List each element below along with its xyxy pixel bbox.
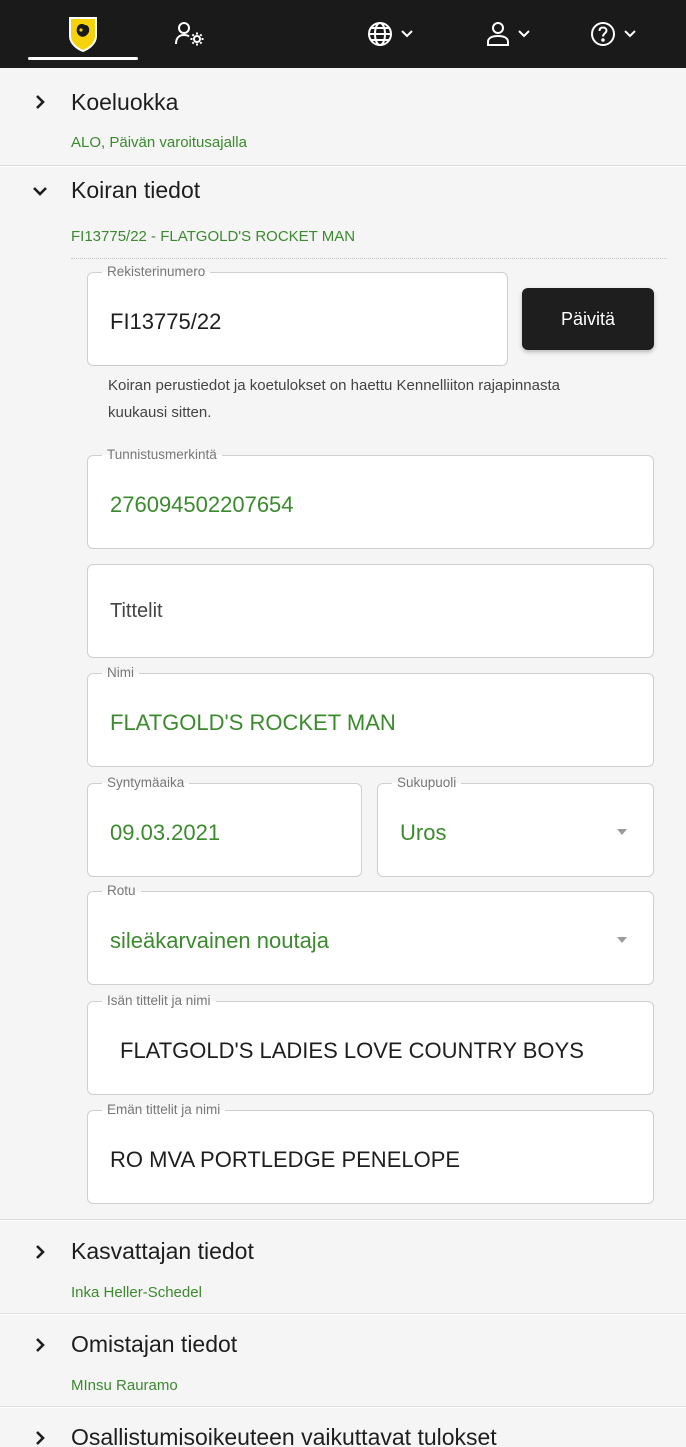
chevron-right-icon [30,1428,50,1447]
chevron-down-icon [30,181,50,201]
titles-placeholder: Tittelit [110,600,163,622]
sire-field[interactable]: Isän tittelit ja nimi FLATGOLD'S LADIES … [87,992,654,1095]
help-circle-icon [590,21,616,47]
birth-date-field[interactable]: Syntymäaika 09.03.2021 [87,774,362,877]
name-field[interactable]: Nimi FLATGOLD'S ROCKET MAN [87,664,654,767]
section-omistajan-tiedot-header[interactable]: Omistajan tiedot [0,1321,686,1369]
sex-value: Uros [400,820,447,845]
user-menu-button[interactable] [468,0,548,68]
field-label: Rekisterinumero [102,263,211,281]
top-navigation-bar [0,0,686,68]
field-label: Tunnistusmerkintä [102,446,222,464]
section-koiran-tiedot-header[interactable]: Koiran tiedot [0,167,686,215]
field-label: Isän tittelit ja nimi [102,992,216,1010]
update-button[interactable]: Päivitä [522,288,654,350]
dropdown-arrow-icon [617,829,627,835]
data-source-note: Koiran perustiedot ja koetulokset on hae… [108,377,560,421]
chevron-down-icon [518,30,530,38]
globe-icon [367,21,393,47]
chevron-down-icon [401,30,413,38]
language-menu-button[interactable] [350,0,430,68]
titles-field[interactable]: Tittelit [87,564,654,658]
field-label: Nimi [102,664,139,682]
name-value: FLATGOLD'S ROCKET MAN [110,710,396,735]
help-menu-button[interactable] [573,0,653,68]
registration-number-field[interactable]: Rekisterinumero FI13775/22 [87,263,508,366]
chevron-right-icon [30,1335,50,1355]
section-kasvattajan-tiedot: Kasvattajan tiedot Inka Heller-Schedel [0,1221,686,1314]
identification-value: 276094502207654 [110,492,294,517]
section-koeluokka-header[interactable]: Koeluokka [0,78,686,126]
section-subtitle: ALO, Päivän varoitusajalla [71,134,247,151]
breed-value: sileäkarvainen noutaja [110,928,329,953]
section-title: Kasvattajan tiedot [71,1238,254,1264]
section-subtitle: FI13775/22 - FLATGOLD'S ROCKET MAN [71,228,356,245]
field-label: Rotu [102,882,141,900]
chevron-down-icon [624,30,636,38]
active-tab-indicator [28,57,138,60]
dog-shield-logo-icon [68,16,98,52]
field-label: Emän tittelit ja nimi [102,1101,226,1119]
users-settings-icon [175,21,205,47]
home-logo-button[interactable] [28,0,138,68]
chevron-right-icon [30,1242,50,1262]
section-kasvattajan-tiedot-header[interactable]: Kasvattajan tiedot [0,1228,686,1276]
section-omistajan-tiedot: Omistajan tiedot MInsu Rauramo [0,1315,686,1407]
section-title: Osallistumisoikeuteen vaikuttavat tuloks… [71,1424,497,1447]
breed-select[interactable]: Rotu sileäkarvainen noutaja [87,882,654,985]
section-subtitle: Inka Heller-Schedel [71,1284,202,1301]
sex-select[interactable]: Sukupuoli Uros [377,774,654,877]
dam-field[interactable]: Emän tittelit ja nimi RO MVA PORTLEDGE P… [87,1101,654,1204]
field-label: Syntymäaika [102,774,190,792]
user-icon [486,21,510,47]
dropdown-arrow-icon [617,937,627,943]
section-osallistumisoikeus: Osallistumisoikeuteen vaikuttavat tuloks… [0,1408,686,1447]
sire-value: FLATGOLD'S LADIES LOVE COUNTRY BOYS [120,1038,584,1063]
admin-button[interactable] [160,0,220,68]
section-title: Koeluokka [71,89,179,115]
field-label: Sukupuoli [392,774,462,792]
identification-field[interactable]: Tunnistusmerkintä 276094502207654 [87,446,654,549]
section-osallistumisoikeus-header[interactable]: Osallistumisoikeuteen vaikuttavat tuloks… [0,1414,686,1447]
section-subtitle: MInsu Rauramo [71,1377,178,1394]
section-koeluokka: Koeluokka ALO, Päivän varoitusajalla [0,68,686,166]
chevron-right-icon [30,92,50,112]
dam-value: RO MVA PORTLEDGE PENELOPE [110,1147,461,1172]
section-title: Koiran tiedot [71,177,201,203]
birth-date-value: 09.03.2021 [110,820,221,845]
section-title: Omistajan tiedot [71,1331,238,1357]
registration-number-value: FI13775/22 [110,309,222,334]
divider [71,258,667,259]
